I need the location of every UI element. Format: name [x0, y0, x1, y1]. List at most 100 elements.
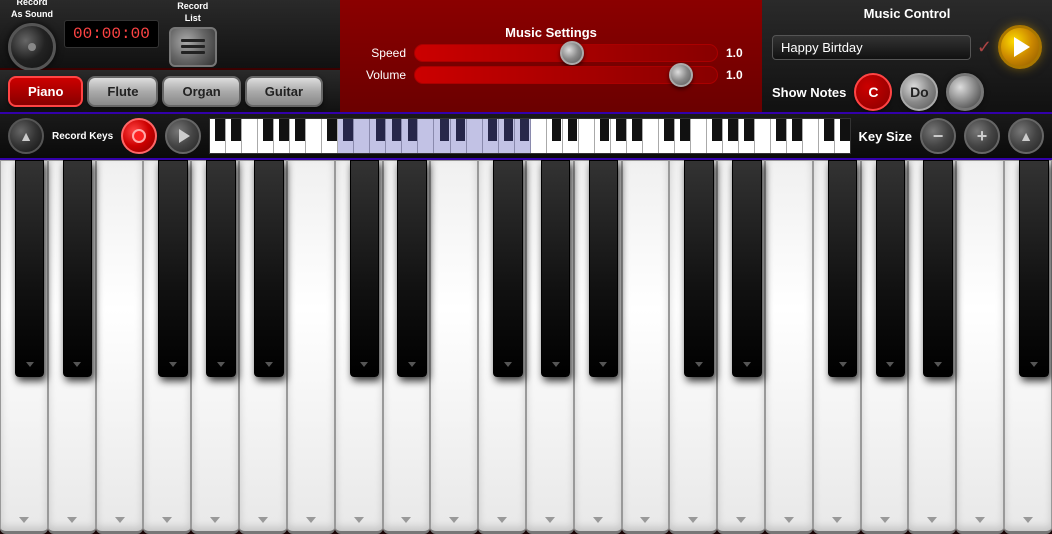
record-list-button[interactable]: [169, 27, 217, 67]
black-key-arrow: [1030, 362, 1038, 367]
instrument-row: Piano Flute Organ Guitar: [0, 70, 340, 112]
record-knob[interactable]: [8, 23, 56, 71]
speed-label: Speed: [356, 46, 406, 60]
black-key-arrow: [408, 362, 416, 367]
key-arrow-indicator: [640, 517, 650, 523]
black-key-arrow: [73, 362, 81, 367]
record-keys-section: Record Keys: [52, 131, 113, 142]
show-notes-row: Show Notes C Do: [772, 73, 1042, 111]
black-key-2-0[interactable]: [684, 160, 714, 377]
black-key-arrow: [552, 362, 560, 367]
black-key-0-4[interactable]: [254, 160, 284, 377]
record-as-sound-label-line1: Record: [16, 0, 47, 7]
up-icon: ▲: [1019, 128, 1033, 144]
key-arrow-indicator: [880, 517, 890, 523]
black-key-2-2[interactable]: [828, 160, 858, 377]
note-do-button[interactable]: Do: [900, 73, 938, 111]
key-arrow-indicator: [1023, 517, 1033, 523]
instrument-organ-button[interactable]: Organ: [162, 76, 240, 107]
key-arrow-indicator: [210, 517, 220, 523]
key-arrow-indicator: [401, 517, 411, 523]
note-c-button[interactable]: C: [854, 73, 892, 111]
show-notes-label: Show Notes: [772, 85, 846, 100]
speed-slider-row: Speed 1.0: [356, 44, 746, 62]
speed-value: 1.0: [726, 46, 746, 60]
mini-keyboard-display: [209, 118, 850, 154]
black-key-1-1[interactable]: [397, 160, 427, 377]
record-list-label-line2: List: [185, 13, 201, 23]
volume-label: Volume: [356, 68, 406, 82]
key-arrow-indicator: [354, 517, 364, 523]
record-list-section: Record List: [169, 1, 217, 66]
key-arrow-indicator: [736, 517, 746, 523]
black-key-1-3[interactable]: [541, 160, 571, 377]
instrument-piano-button[interactable]: Piano: [8, 76, 83, 107]
black-key-2-1[interactable]: [732, 160, 762, 377]
white-key-13[interactable]: [622, 160, 670, 534]
black-key-arrow: [886, 362, 894, 367]
song-row: Happy Birtday ✓: [772, 25, 1042, 69]
black-key-arrow: [599, 362, 607, 367]
black-key-3-0[interactable]: [1019, 160, 1049, 377]
key-size-decrease-button[interactable]: −: [920, 118, 956, 154]
play-triangle-icon: [1014, 37, 1030, 57]
white-key-2[interactable]: [96, 160, 144, 534]
key-arrow-indicator: [545, 517, 555, 523]
black-key-arrow: [839, 362, 847, 367]
record-as-sound-label-line2: As Sound: [11, 9, 53, 19]
black-key-0-2[interactable]: [158, 160, 188, 377]
black-key-2-3[interactable]: [876, 160, 906, 377]
play-small-button[interactable]: [165, 118, 201, 154]
play-small-icon: [179, 129, 190, 143]
black-key-arrow: [169, 362, 177, 367]
instrument-guitar-button[interactable]: Guitar: [245, 76, 323, 107]
music-settings-panel: Music Settings Speed 1.0 Volume 1.0: [340, 0, 762, 112]
key-arrow-indicator: [927, 517, 937, 523]
volume-value: 1.0: [726, 68, 746, 82]
black-key-arrow: [26, 362, 34, 367]
scroll-up-button[interactable]: ▲: [1008, 118, 1044, 154]
play-button-large[interactable]: [998, 25, 1042, 69]
black-key-0-0[interactable]: [15, 160, 45, 377]
white-key-9[interactable]: [430, 160, 478, 534]
key-size-increase-button[interactable]: +: [964, 118, 1000, 154]
key-arrow-indicator: [832, 517, 842, 523]
note-knob[interactable]: [946, 73, 984, 111]
music-control-panel: Music Control Happy Birtday ✓ Show Notes…: [762, 0, 1052, 112]
timer-display: 00:00:00: [64, 20, 159, 48]
music-control-title: Music Control: [772, 6, 1042, 21]
piano-keyboard-container: [0, 160, 1052, 534]
black-key-1-2[interactable]: [493, 160, 523, 377]
record-as-sound-section: Record As Sound: [8, 0, 56, 71]
key-arrow-indicator: [115, 517, 125, 523]
black-key-2-4[interactable]: [923, 160, 953, 377]
key-arrow-indicator: [306, 517, 316, 523]
black-key-arrow: [934, 362, 942, 367]
record-dot-icon: [132, 129, 146, 143]
black-key-arrow: [743, 362, 751, 367]
instrument-flute-button[interactable]: Flute: [87, 76, 158, 107]
black-key-0-3[interactable]: [206, 160, 236, 377]
white-key-16[interactable]: [765, 160, 813, 534]
speed-slider[interactable]: [414, 44, 718, 62]
black-key-1-4[interactable]: [589, 160, 619, 377]
black-key-arrow: [504, 362, 512, 367]
list-icon: [181, 39, 205, 54]
record-list-label-line1: Record: [177, 1, 208, 11]
key-size-label: Key Size: [859, 129, 912, 144]
key-arrow-indicator: [688, 517, 698, 523]
black-key-1-0[interactable]: [350, 160, 380, 377]
plus-icon: +: [977, 126, 988, 147]
black-key-0-1[interactable]: [63, 160, 93, 377]
black-key-arrow: [217, 362, 225, 367]
checkmark-icon: ✓: [977, 37, 992, 58]
volume-slider-row: Volume 1.0: [356, 66, 746, 84]
volume-slider[interactable]: [414, 66, 718, 84]
scroll-left-button[interactable]: ▲: [8, 118, 44, 154]
white-key-6[interactable]: [287, 160, 335, 534]
record-keys-label: Record Keys: [52, 131, 113, 142]
white-key-20[interactable]: [956, 160, 1004, 534]
key-arrow-indicator: [449, 517, 459, 523]
record-dot-button[interactable]: [121, 118, 157, 154]
key-arrow-indicator: [497, 517, 507, 523]
